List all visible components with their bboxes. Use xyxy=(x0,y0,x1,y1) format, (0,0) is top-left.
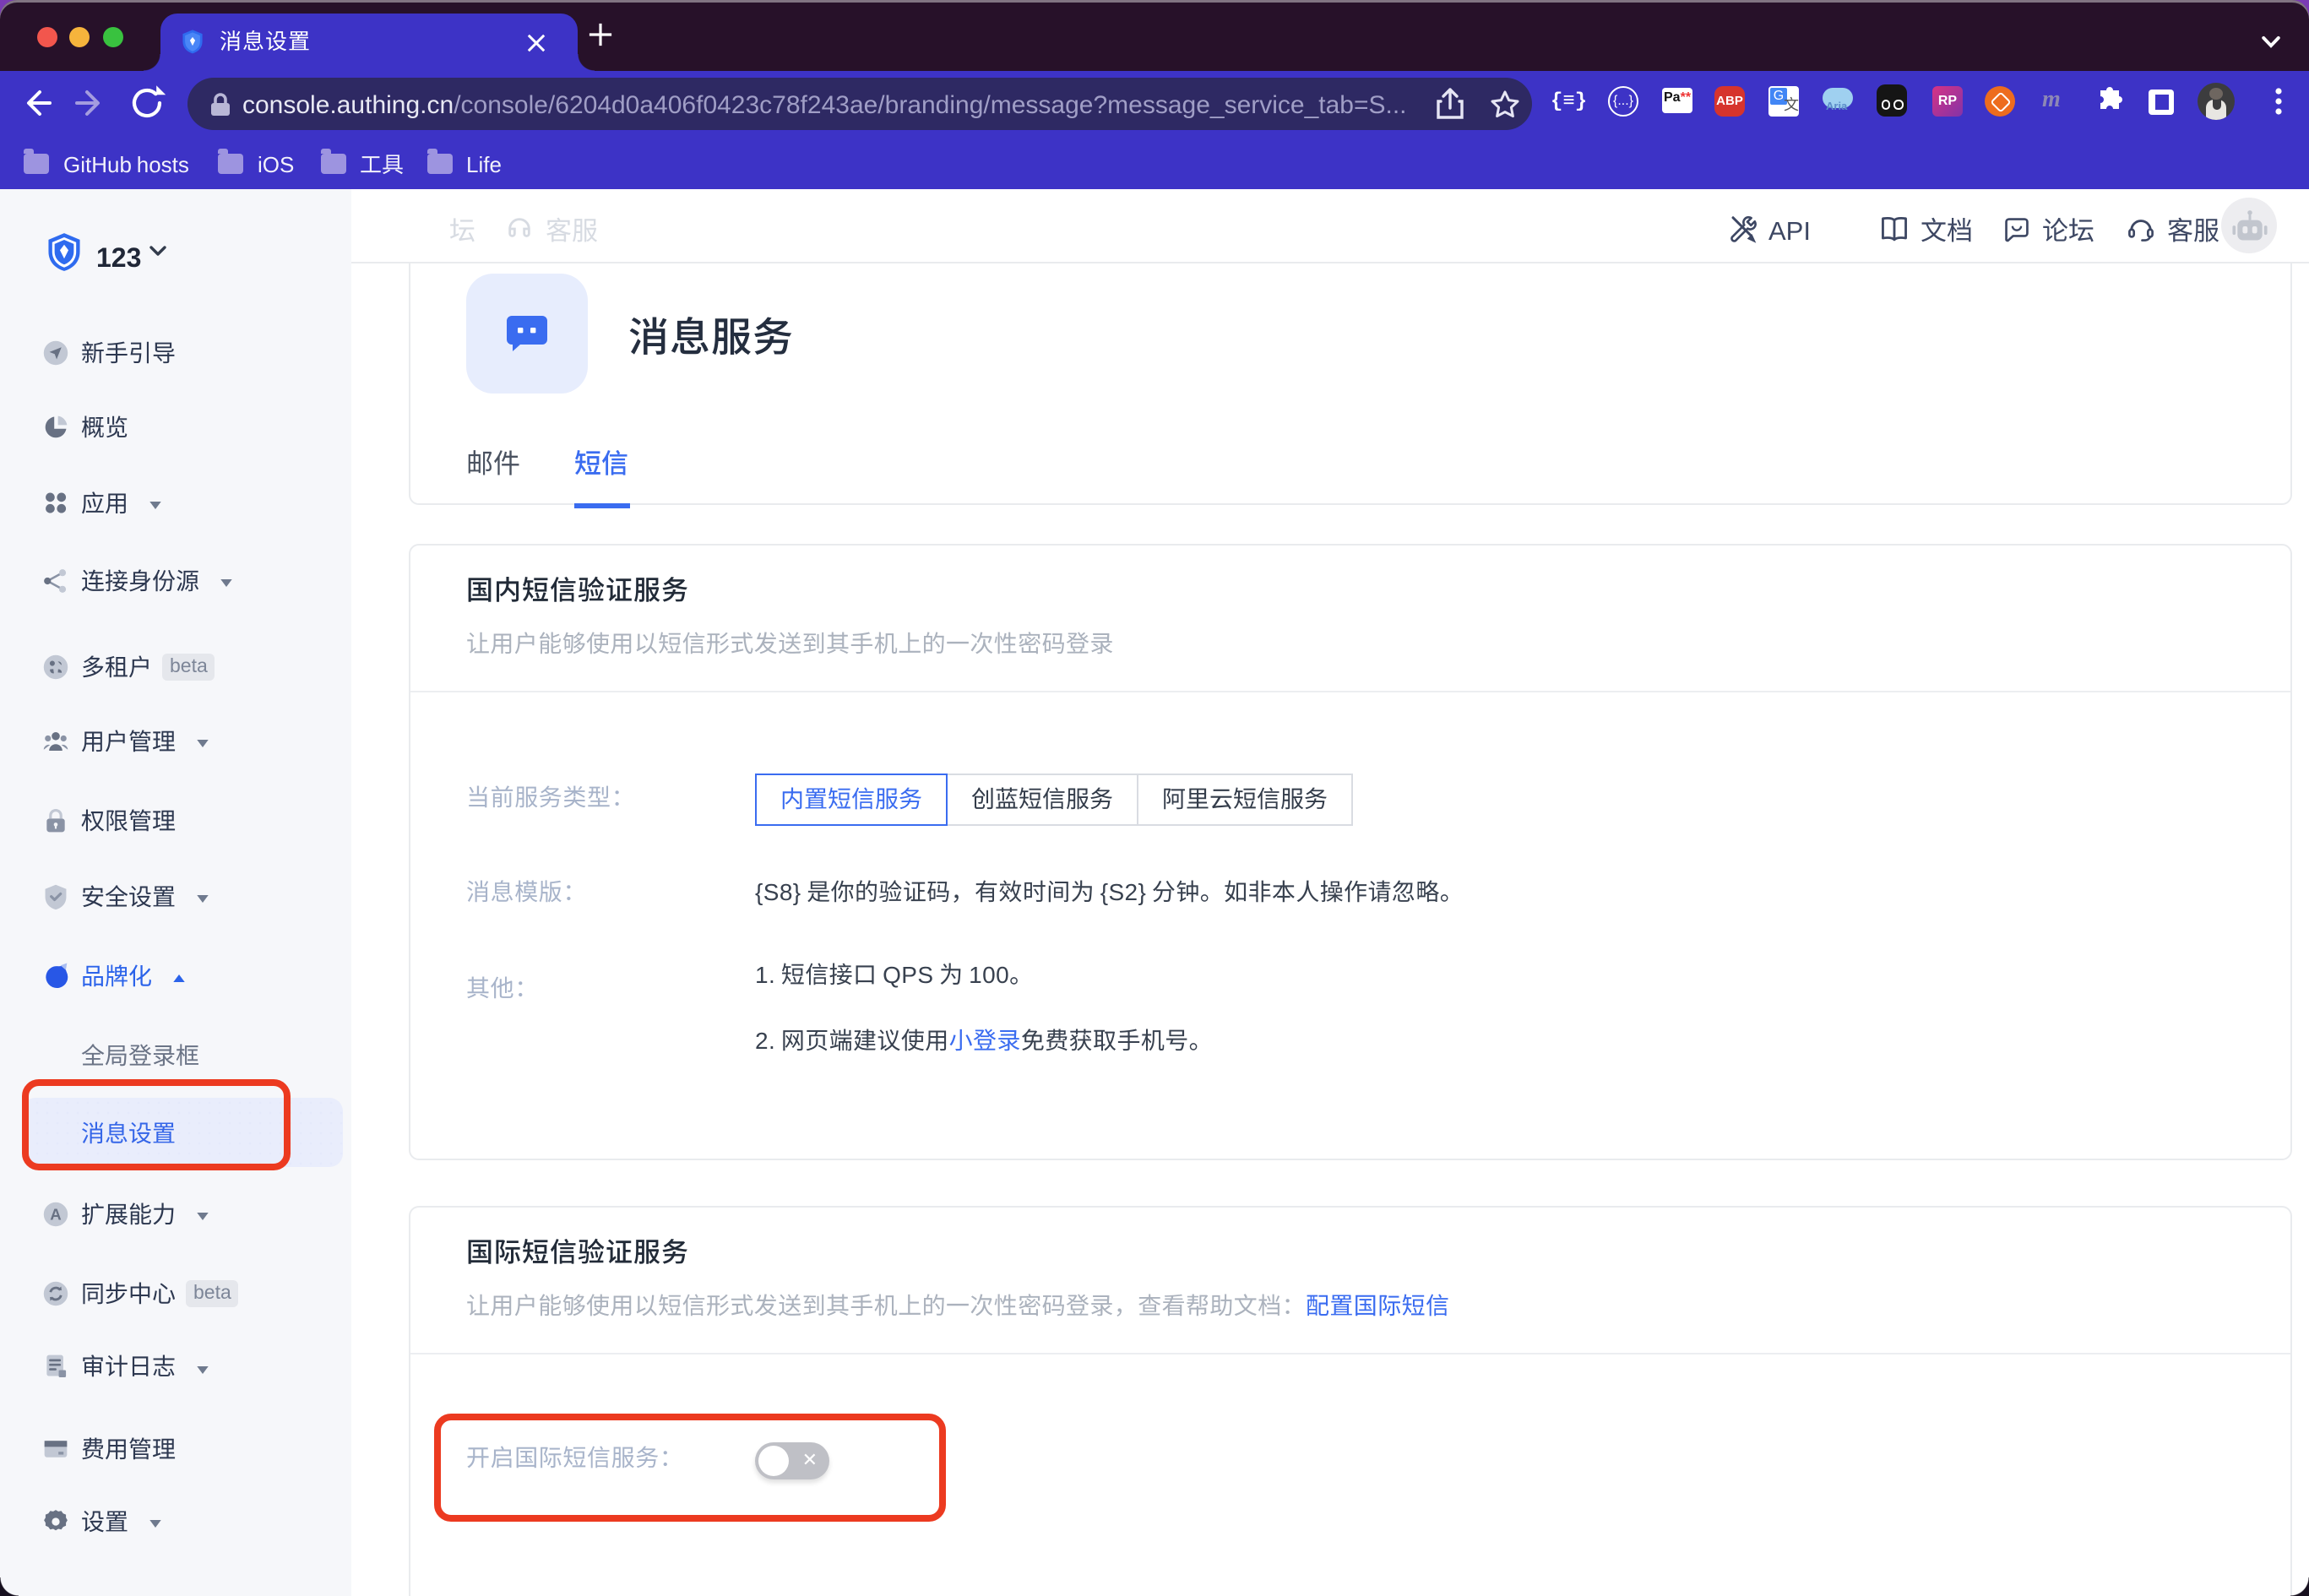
svg-text:A: A xyxy=(50,1205,61,1223)
